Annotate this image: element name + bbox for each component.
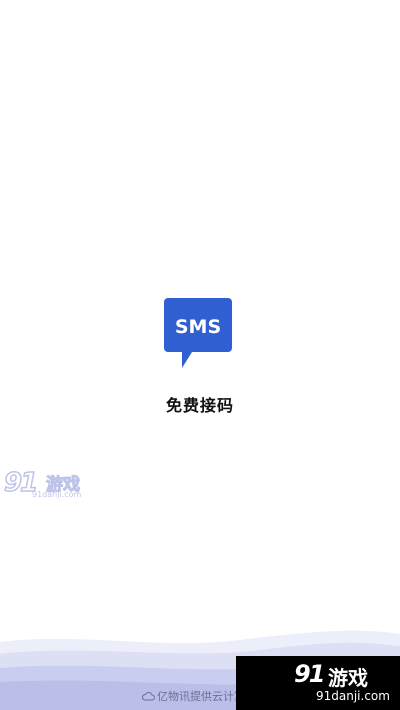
sms-app-icon: SMS — [164, 298, 232, 368]
watermark-badge-number: 91 — [294, 660, 325, 688]
watermark-domain: 91danji.com — [32, 490, 82, 499]
watermark-badge-name: 游戏 — [328, 666, 368, 690]
sms-icon-label: SMS — [175, 316, 221, 338]
watermark-badge-domain: 91danji.com — [316, 689, 390, 703]
watermark-badge: 91 游戏 91danji.com — [236, 656, 400, 710]
cloud-icon — [142, 692, 155, 701]
app-title: 免费接码 — [165, 396, 234, 415]
splash-screen: SMS 免费接码 91 游戏 91danji.com 亿物讯提供云计算服务 91… — [0, 0, 400, 710]
watermark-logo: 91 游戏 91danji.com — [2, 467, 102, 504]
